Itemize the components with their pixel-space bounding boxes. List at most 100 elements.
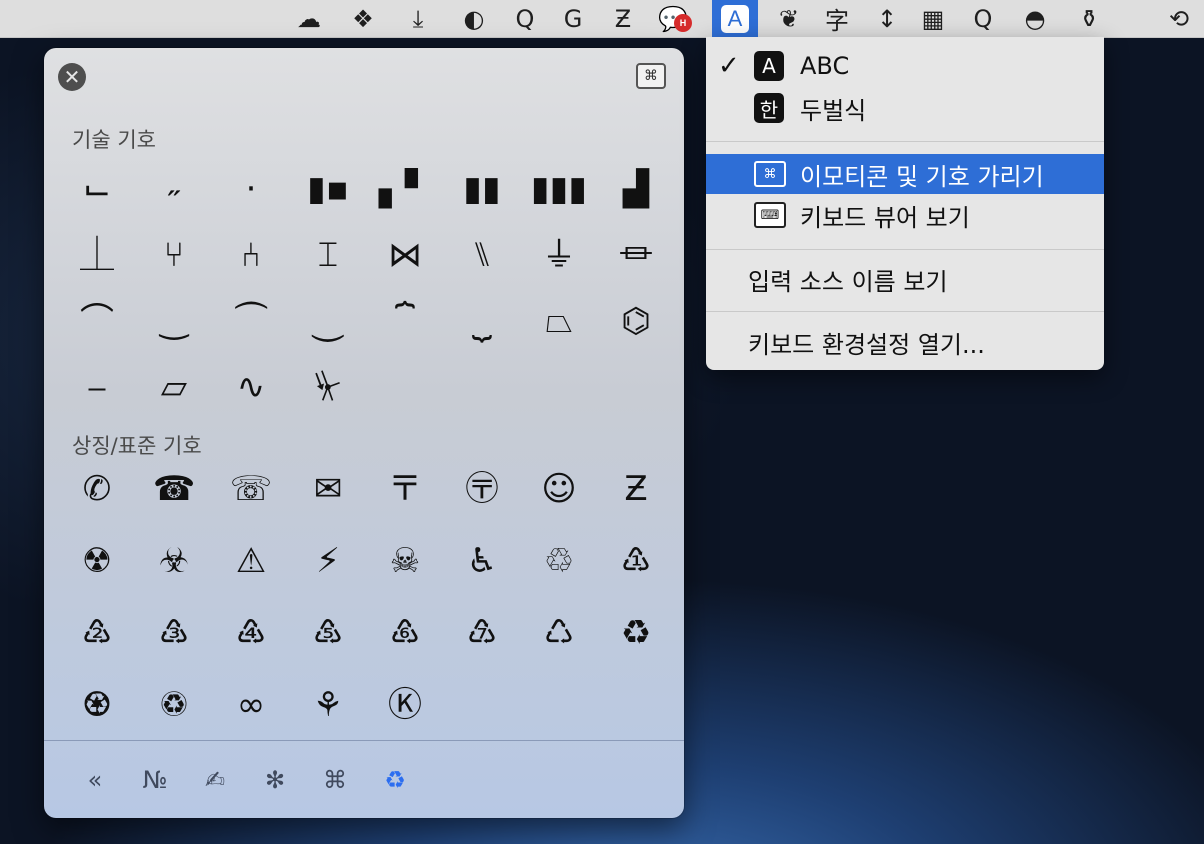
symbol-cell[interactable]: Ⓚ [366, 674, 444, 736]
symbol-cell[interactable]: ⌒ [58, 290, 136, 352]
input-menu-dropdown: ✓ A ABC 한 두벌식 ⌘ 이모티콘 및 기호 가리기 ⌨ 키보드 뷰어 보… [706, 37, 1104, 370]
symbol-cell[interactable]: ‿ [135, 290, 213, 352]
category-letterlike-icon[interactable]: № [130, 760, 180, 800]
symbol-cell[interactable]: ⚘ [289, 674, 367, 736]
input-source-abc[interactable]: ✓ A ABC [706, 46, 1104, 86]
dropbox-icon[interactable]: ❖ [340, 0, 386, 37]
time-machine-icon[interactable]: ⟲ [1156, 0, 1202, 37]
symbol-cell[interactable]: ♵ [135, 602, 213, 664]
symbol-cell[interactable]: ⏧ [289, 356, 367, 418]
symbol-cell[interactable]: ☺ [520, 458, 598, 520]
symbol-cell[interactable]: ♿ [443, 530, 521, 592]
checkmark-icon: ✓ [718, 51, 740, 81]
symbol-cell[interactable]: ⏝ [289, 290, 367, 352]
category-signs-standard-icon[interactable]: ♻ [370, 760, 420, 800]
symbol-cell[interactable]: ♻ [597, 602, 675, 664]
z-app-icon[interactable]: Ƶ [600, 0, 646, 37]
symbol-cell[interactable]: ☢ [58, 530, 136, 592]
menu-item-label: 키보드 뷰어 보기 [800, 203, 970, 232]
toggle-icon[interactable]: ◐ [451, 0, 497, 37]
symbol-cell[interactable]: ✉ [289, 458, 367, 520]
symbol-cell[interactable]: 〒 [366, 458, 444, 520]
symbol-cell[interactable]: ☣ [135, 530, 213, 592]
category-bullets-stars-icon[interactable]: ✻ [250, 760, 300, 800]
symbol-cell[interactable]: ▟ [597, 158, 675, 220]
menu-item-label: 키보드 환경설정 열기... [748, 330, 985, 359]
symbol-cell[interactable]: ⑂ [135, 224, 213, 286]
symbol-cell[interactable]: ♽ [135, 674, 213, 736]
cloud-icon[interactable]: ☁ [286, 0, 332, 37]
input-source-icon[interactable]: A [712, 0, 758, 37]
show-keyboard-viewer-item[interactable]: ⌨ 키보드 뷰어 보기 [706, 195, 1104, 235]
symbol-cell[interactable]: ˶ [135, 158, 213, 220]
category-technical-icon[interactable]: ⌘ [310, 760, 360, 800]
grid-icon[interactable]: ▦ [910, 0, 956, 37]
symbol-cell[interactable]: Ƶ [597, 458, 675, 520]
input-source-2set-korean[interactable]: 한 두벌식 [706, 88, 1104, 128]
symbol-cell[interactable]: ⚡ [289, 530, 367, 592]
symbol-cell[interactable]: ⏚ [520, 224, 598, 286]
symbol-cell[interactable]: ⑃ [212, 224, 290, 286]
symbol-cell[interactable]: ☏ [212, 458, 290, 520]
search-app-icon[interactable]: Q [960, 0, 1006, 37]
symbol-cell[interactable]: ∿ [212, 356, 290, 418]
character-viewer-icon: ⌘ [754, 161, 786, 187]
symbol-cell[interactable]: ⌙ [58, 158, 136, 220]
open-keyboard-preferences-item[interactable]: 키보드 환경설정 열기... [706, 322, 1104, 362]
leaf-icon[interactable]: ❦ [766, 0, 812, 37]
q-app-icon[interactable]: Q [502, 0, 548, 37]
g-app-icon-glyph: G [563, 4, 583, 33]
symbol-cell[interactable]: ⌶ [289, 224, 367, 286]
symbol-cell[interactable]: ▮▪ [289, 158, 367, 220]
symbol-cell[interactable]: ⏥ [135, 356, 213, 418]
download-icon[interactable]: ⤓ [395, 0, 441, 37]
chat-icon[interactable]: 💬 H [650, 0, 696, 37]
symbol-cell[interactable]: ⏢ [520, 290, 598, 352]
symbol-cell[interactable]: 〶 [443, 458, 521, 520]
symbol-cell[interactable]: ☎ [135, 458, 213, 520]
hat-icon[interactable]: ◓ [1012, 0, 1058, 37]
symbol-cell[interactable]: ♼ [58, 674, 136, 736]
symbol-cell[interactable]: ⚠ [212, 530, 290, 592]
resize-icon-glyph: ↕ [876, 4, 898, 33]
broom-icon-glyph: ⚱ [1078, 4, 1100, 33]
symbol-cell[interactable]: ⌬ [597, 290, 675, 352]
symbol-cell[interactable]: · [212, 158, 290, 220]
resize-icon[interactable]: ↕ [864, 0, 910, 37]
g-app-icon[interactable]: G [550, 0, 596, 37]
dropbox-icon-glyph: ❖ [352, 4, 374, 33]
symbol-cell[interactable]: ♴ [58, 602, 136, 664]
dictionary-icon[interactable]: 字 [814, 0, 860, 37]
menu-bar: ☁ ❖ ⤓ ◐ Q G Ƶ 💬 H A ❦ 字 ↕ ▦ Q ◓ ⚱ ⟲ [0, 0, 1204, 38]
symbol-cell[interactable]: ♺ [520, 602, 598, 664]
symbol-cell[interactable]: ♹ [443, 602, 521, 664]
symbol-cell[interactable]: ✆ [58, 458, 136, 520]
symbol-cell[interactable]: ⏛ [597, 224, 675, 286]
symbol-cell[interactable]: ⋈ [366, 224, 444, 286]
symbol-cell[interactable]: ☠ [366, 530, 444, 592]
show-input-source-name-item[interactable]: 입력 소스 이름 보기 [706, 259, 1104, 299]
grid-icon-glyph: ▦ [921, 4, 945, 33]
viewer-toggle-button[interactable]: ⌘ [636, 63, 666, 89]
category-arrows-icon[interactable]: « [70, 760, 120, 800]
category-pictographs-icon[interactable]: ✍ [190, 760, 240, 800]
symbol-cell[interactable]: ⏊ [58, 224, 136, 286]
symbol-cell[interactable]: ⏜ [212, 290, 290, 352]
symbol-cell[interactable]: ♲ [520, 530, 598, 592]
symbol-cell[interactable]: ⏟ [443, 290, 521, 352]
symbol-cell[interactable]: ⎯ [58, 356, 136, 418]
symbol-cell[interactable]: ♳ [597, 530, 675, 592]
symbol-cell[interactable]: ♷ [289, 602, 367, 664]
broom-icon[interactable]: ⚱ [1066, 0, 1112, 37]
symbol-cell[interactable]: ♶ [212, 602, 290, 664]
close-button[interactable]: ✕ [58, 63, 86, 91]
symbol-cell[interactable]: ▮▮▮ [520, 158, 598, 220]
symbol-cell[interactable]: ♸ [366, 602, 444, 664]
symbol-cell[interactable]: ∞ [212, 674, 290, 736]
symbol-cell[interactable]: ⑊ [443, 224, 521, 286]
hide-emoji-symbols-item[interactable]: ⌘ 이모티콘 및 기호 가리기 [706, 154, 1104, 194]
symbol-cell[interactable]: ⏞ [366, 290, 444, 352]
symbol-cell[interactable]: ▖▘ [366, 158, 444, 220]
symbol-cell[interactable]: ▮▮ [443, 158, 521, 220]
menu-separator [706, 141, 1104, 142]
